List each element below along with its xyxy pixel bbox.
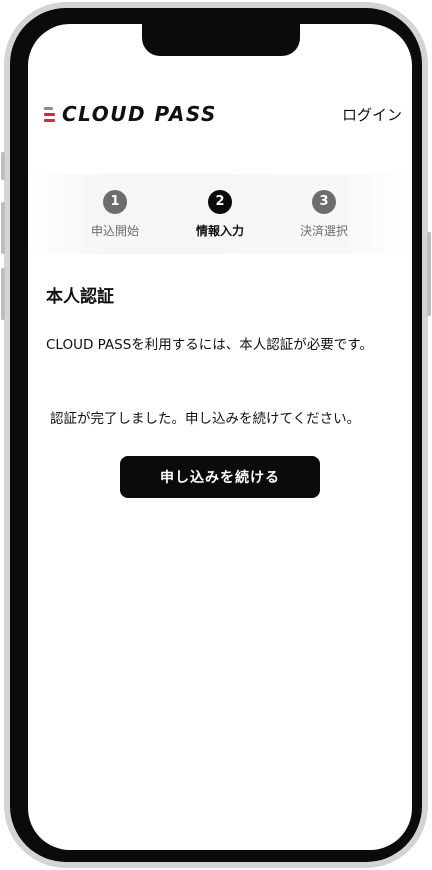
screen: CLOUD PASS ログイン 1 申込開始 2 情報入力 3 決済選択 本人認… (28, 24, 412, 850)
side-button-volume-up (1, 202, 5, 254)
page-title: 本人認証 (46, 287, 114, 307)
continue-application-button[interactable]: 申し込みを続ける (120, 456, 320, 498)
side-button-power (427, 232, 431, 316)
step-1-label: 申込開始 (90, 224, 139, 238)
phone-frame: CLOUD PASS ログイン 1 申込開始 2 情報入力 3 決済選択 本人認… (1, 2, 431, 868)
step-2-label: 情報入力 (195, 224, 244, 238)
side-button-silent (1, 152, 5, 180)
step-1: 1 申込開始 (70, 190, 160, 239)
step-3-number: 3 (312, 190, 336, 214)
step-2: 2 情報入力 (175, 190, 265, 239)
cloud-pass-logo[interactable]: CLOUD PASS (44, 102, 217, 126)
step-3-label: 決済選択 (299, 224, 348, 238)
camera-notch (142, 24, 300, 56)
login-link[interactable]: ログイン (342, 104, 402, 125)
verification-status-message: 認証が完了しました。申し込みを続けてください。 (50, 411, 361, 427)
description-text: CLOUD PASSを利用するには、本人認証が必要です。 (46, 337, 373, 353)
progress-steps: 1 申込開始 2 情報入力 3 決済選択 (28, 174, 412, 254)
step-1-number: 1 (103, 190, 127, 214)
logo-text: CLOUD PASS (62, 102, 217, 126)
step-3: 3 決済選択 (279, 190, 369, 239)
app-header: CLOUD PASS ログイン (28, 96, 412, 132)
side-button-volume-down (1, 268, 5, 320)
step-2-number: 2 (208, 190, 232, 214)
logo-mark-icon (44, 105, 56, 123)
